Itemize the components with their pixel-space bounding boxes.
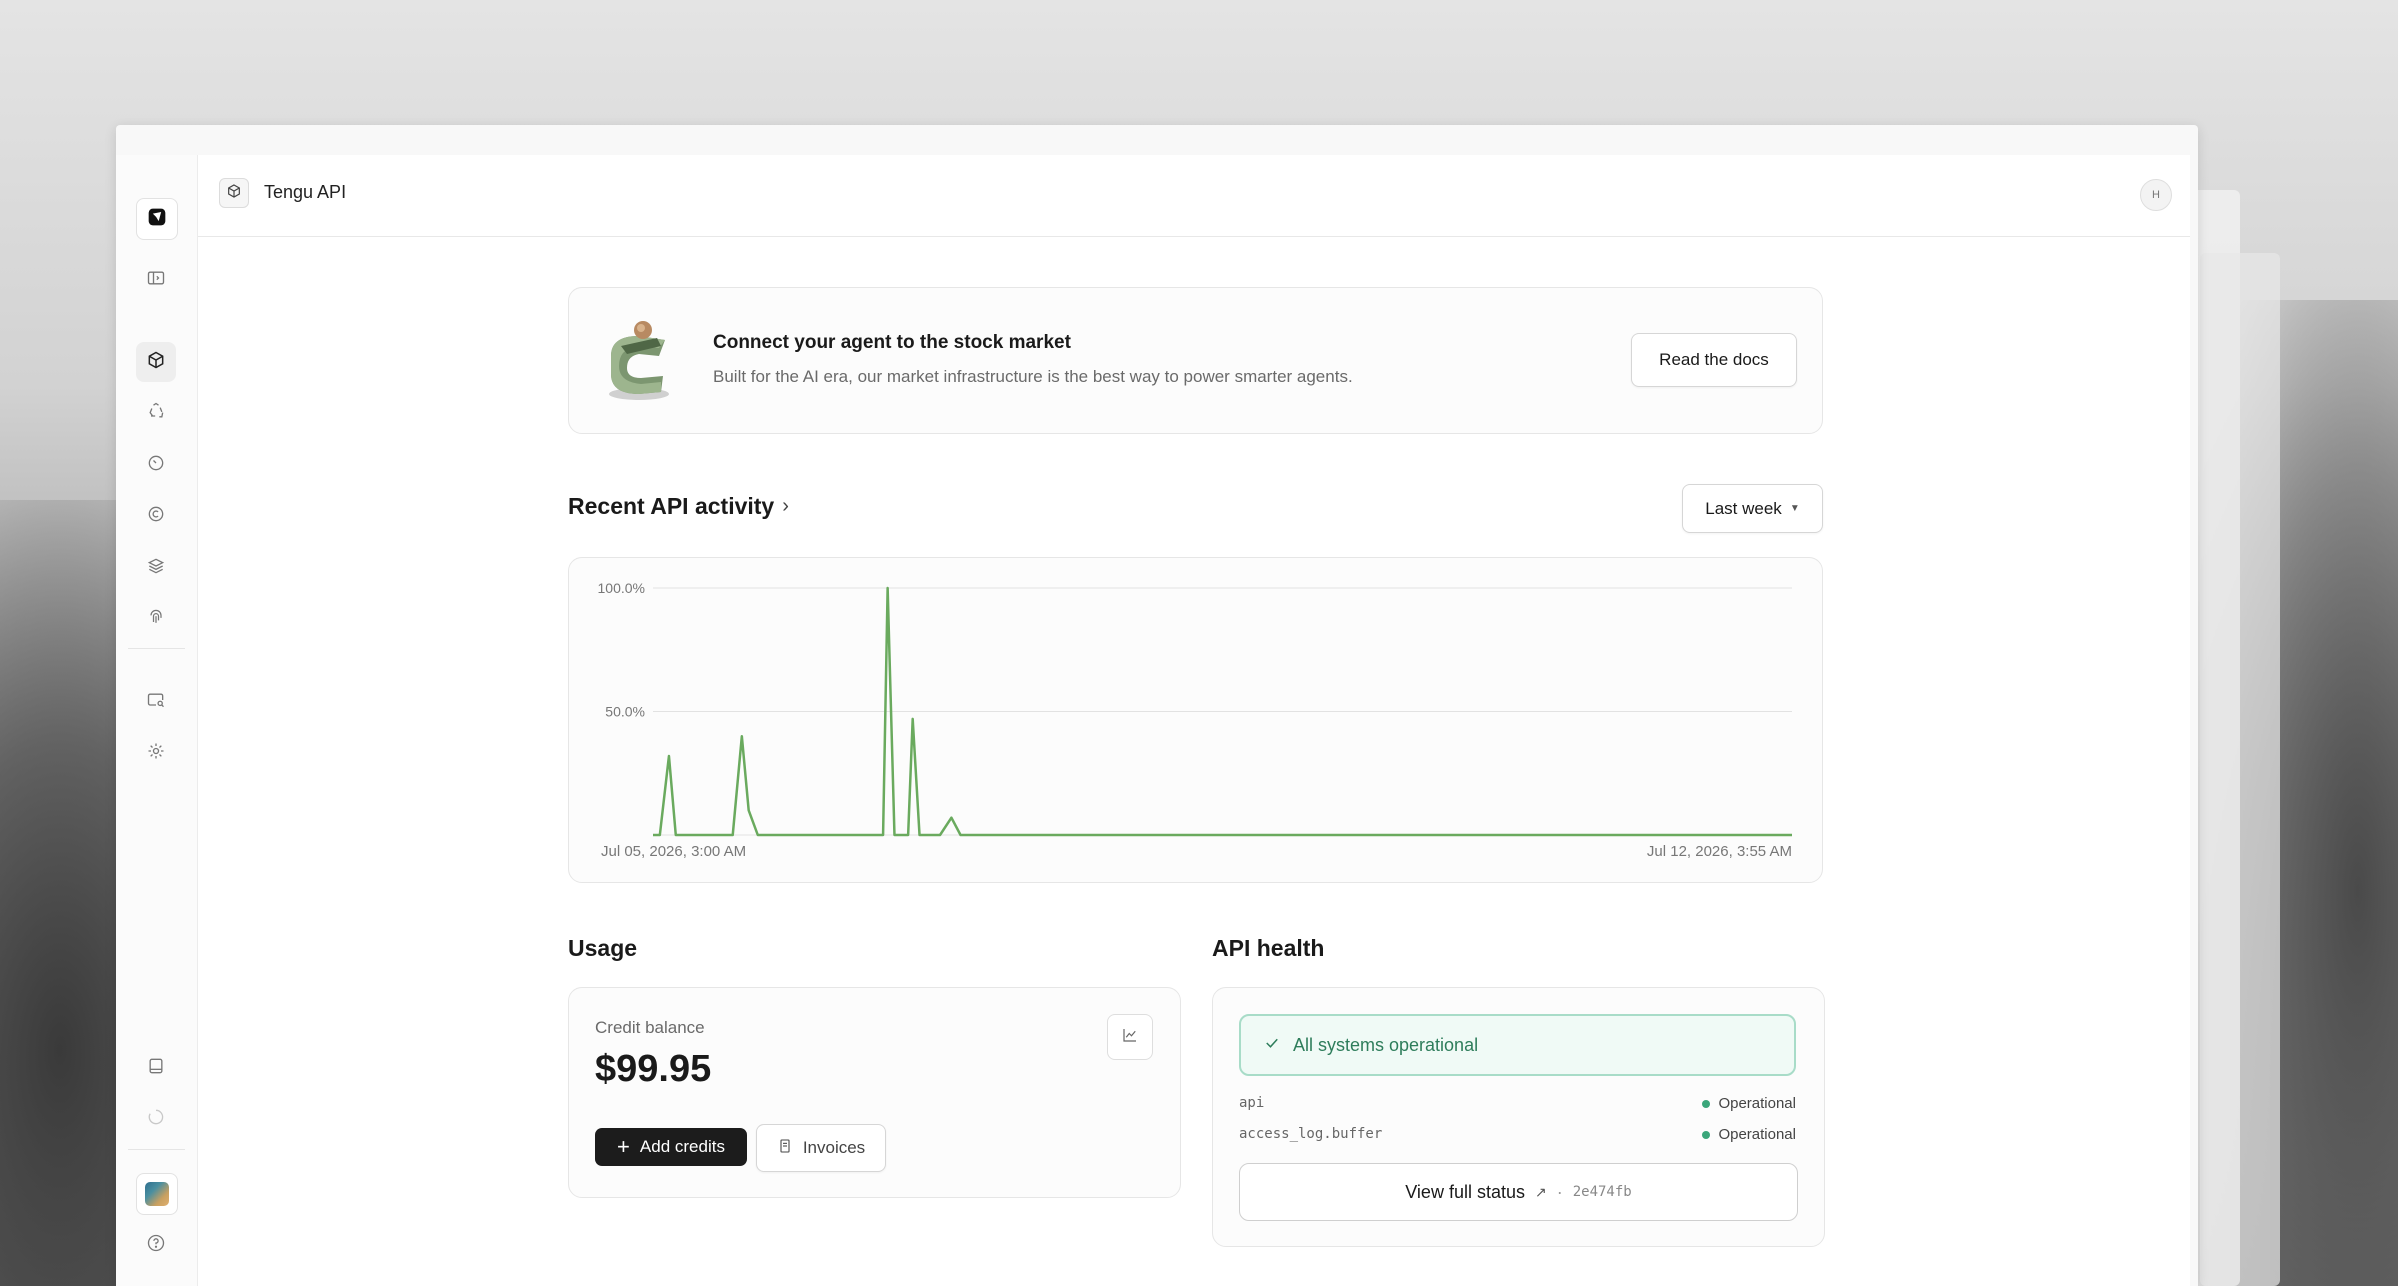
line-chart-icon: [1121, 1026, 1139, 1049]
account-button[interactable]: [136, 1173, 178, 1215]
sidebar-item-usage[interactable]: [136, 445, 176, 485]
chevron-down-icon: ▼: [1789, 503, 1800, 514]
top-bar: Tengu API H: [198, 155, 2190, 237]
service-row: api Operational: [1239, 1093, 1796, 1117]
brand-logo-button[interactable]: [136, 198, 178, 240]
sidebar-item-integrations[interactable]: [136, 393, 176, 433]
service-row: access_log.buffer Operational: [1239, 1124, 1796, 1148]
view-status-label: View full status: [1405, 1181, 1525, 1202]
service-status: Operational: [1702, 1126, 1796, 1143]
status-dot-icon: [1702, 1099, 1711, 1108]
sidebar-item-docs[interactable]: [136, 1048, 176, 1088]
recent-activity-link[interactable]: Recent API activity ›: [568, 493, 789, 520]
layers-icon: [146, 556, 166, 581]
cube-icon: [146, 350, 166, 375]
sidebar: [116, 155, 198, 1286]
y-tick-label: 50.0%: [605, 704, 645, 720]
invoices-label: Invoices: [802, 1138, 866, 1157]
activity-chart: 100.0% 50.0% Jul 05, 2026, 3:00 AM Jul 12, …: [568, 557, 1823, 883]
help-icon: [146, 1233, 166, 1258]
service-status: Operational: [1702, 1095, 1796, 1112]
invoices-button[interactable]: Invoices: [756, 1124, 886, 1172]
sidebar-item-settings[interactable]: [136, 733, 176, 773]
status-dot-icon: [1702, 1130, 1711, 1139]
activity-chart-svg: 100.0% 50.0% Jul 05, 2026, 3:00 AM Jul 12, …: [598, 580, 1792, 860]
view-full-status-button[interactable]: View full status ↗ · 2e474fb: [1239, 1163, 1798, 1221]
promo-subtitle: Built for the AI era, our market infrast…: [713, 367, 1353, 386]
time-range-dropdown[interactable]: Last week ▼: [1682, 484, 1823, 533]
api-health-card: All systems operational api Operational …: [1212, 987, 1825, 1247]
promo-banner: Connect your agent to the stock market B…: [568, 287, 1823, 434]
external-link-icon: ↗: [1534, 1183, 1547, 1200]
user-menu-button[interactable]: H: [2140, 179, 2172, 211]
gauge-icon: [146, 453, 166, 478]
gear-icon: [146, 741, 166, 766]
recycle-icon: [146, 401, 166, 426]
main-panel: Tengu API H Connect your agent to the st…: [198, 155, 2190, 1286]
credit-balance-value: $99.95: [595, 1048, 712, 1090]
background-window: [2200, 253, 2280, 1286]
sidebar-item-billing[interactable]: [136, 496, 176, 536]
sidebar-item-status: [136, 1099, 176, 1139]
usage-chart-button[interactable]: [1107, 1014, 1153, 1060]
credit-balance-label: Credit balance: [595, 1018, 705, 1037]
help-button[interactable]: [136, 1225, 176, 1265]
coin-icon: [146, 504, 166, 529]
plus-icon: +: [617, 1134, 630, 1159]
system-status-banner: All systems operational: [1239, 1014, 1796, 1076]
cube-icon: [226, 183, 242, 204]
fingerprint-icon: [146, 607, 166, 632]
sidebar-item-projects[interactable]: [136, 342, 176, 382]
separator: ·: [1556, 1181, 1563, 1202]
service-name: api: [1239, 1095, 1265, 1111]
sidebar-divider: [128, 1149, 185, 1150]
chevron-right-icon: ›: [782, 495, 789, 517]
promo-title: Connect your agent to the stock market: [713, 332, 1071, 353]
check-icon: [1263, 1034, 1281, 1057]
service-status-text: Operational: [1718, 1095, 1796, 1112]
x-start-label: Jul 05, 2026, 3:00 AM: [601, 843, 746, 860]
usage-card: Credit balance $99.95 + Add credits Invo…: [568, 987, 1181, 1198]
project-switcher-button[interactable]: [219, 178, 249, 208]
read-docs-button[interactable]: Read the docs: [1631, 333, 1797, 387]
recent-activity-title: Recent API activity: [568, 493, 775, 519]
sidebar-toggle-button[interactable]: [136, 260, 176, 300]
api-health-title: API health: [1212, 935, 1325, 961]
app-window: Tengu API H Connect your agent to the st…: [116, 125, 2198, 1286]
service-name: access_log.buffer: [1239, 1126, 1383, 1142]
add-credits-button[interactable]: + Add credits: [595, 1128, 747, 1166]
sidebar-item-security[interactable]: [136, 599, 176, 639]
receipt-icon: [777, 1138, 793, 1159]
brand-logo-icon: [147, 207, 167, 232]
system-status-text: All systems operational: [1293, 1034, 1479, 1055]
add-credits-label: Add credits: [639, 1137, 725, 1156]
book-icon: [146, 1056, 166, 1081]
search-window-icon: [146, 690, 166, 715]
sidebar-item-layers[interactable]: [136, 548, 176, 588]
avatar-icon: [145, 1182, 169, 1206]
stock-coin-illustration: [599, 316, 679, 406]
loading-icon: [146, 1107, 166, 1132]
commit-hash: 2e474fb: [1572, 1184, 1632, 1200]
sidebar-toggle-icon: [146, 268, 166, 293]
service-status-text: Operational: [1718, 1126, 1796, 1143]
sidebar-divider: [128, 648, 185, 649]
usage-title: Usage: [568, 935, 638, 961]
time-range-label: Last week: [1705, 498, 1782, 518]
y-tick-label: 100.0%: [598, 580, 645, 596]
x-end-label: Jul 12, 2026, 3:55 AM: [1647, 843, 1792, 860]
project-name: Tengu API: [264, 182, 347, 202]
sidebar-item-search-logs[interactable]: [136, 682, 176, 722]
